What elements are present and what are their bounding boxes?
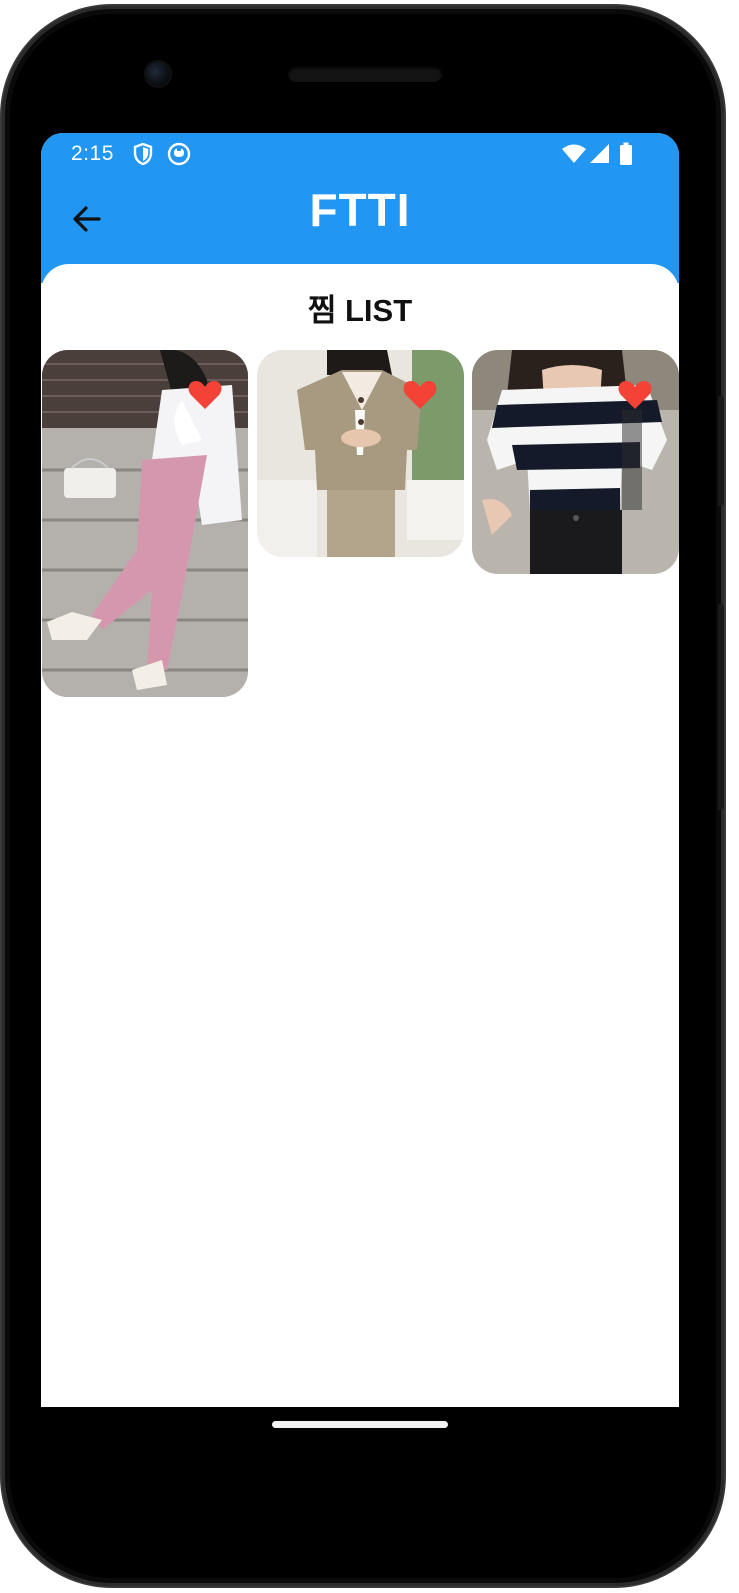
screen: 2:15 FTTI 찜 LIST bbox=[41, 133, 679, 1407]
earpiece-speaker bbox=[288, 66, 442, 82]
battery-icon bbox=[620, 142, 632, 165]
wishlist-item-2[interactable] bbox=[257, 350, 464, 557]
wishlist-item-3[interactable] bbox=[472, 350, 679, 574]
heart-icon[interactable] bbox=[618, 380, 652, 410]
power-button bbox=[718, 396, 724, 506]
front-camera bbox=[146, 62, 170, 86]
heart-icon[interactable] bbox=[188, 380, 222, 410]
home-gesture-bar[interactable] bbox=[272, 1421, 448, 1428]
wifi-icon bbox=[562, 144, 586, 163]
status-time: 2:15 bbox=[71, 142, 114, 165]
arrow-left-icon[interactable] bbox=[69, 201, 105, 237]
shield-icon bbox=[133, 142, 153, 166]
heart-icon[interactable] bbox=[403, 380, 437, 410]
status-bar: 2:15 bbox=[41, 133, 679, 175]
signal-icon bbox=[590, 144, 609, 163]
wishlist-heading: 찜 LIST bbox=[307, 293, 413, 328]
app-title: FTTI bbox=[309, 184, 411, 236]
app-bar: 2:15 FTTI bbox=[41, 133, 679, 283]
app-notification-icon bbox=[167, 142, 191, 166]
wishlist-item-1[interactable] bbox=[42, 350, 248, 697]
volume-button bbox=[718, 604, 724, 810]
